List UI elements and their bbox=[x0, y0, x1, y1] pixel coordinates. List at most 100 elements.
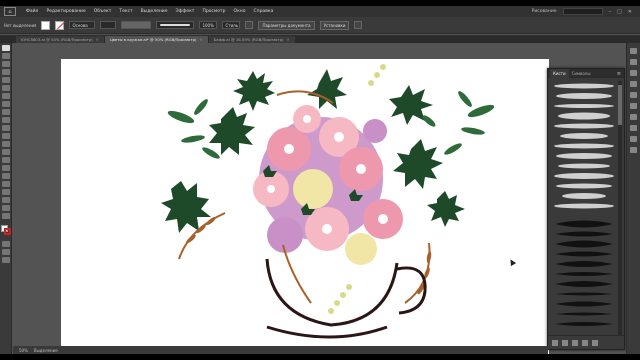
minimize-icon[interactable]: – bbox=[609, 9, 612, 15]
status-bar: 50% Выделение bbox=[13, 346, 548, 354]
menu-help[interactable]: Справка bbox=[250, 9, 278, 14]
appearance-icon[interactable] bbox=[630, 125, 637, 131]
blend-tool-icon[interactable] bbox=[1, 189, 10, 195]
artboard[interactable] bbox=[61, 59, 549, 354]
brush-options-icon[interactable] bbox=[572, 339, 578, 346]
menu-edit[interactable]: Редактирование bbox=[42, 9, 89, 14]
search-input[interactable] bbox=[562, 8, 603, 15]
preferences-button[interactable]: Установки bbox=[319, 20, 350, 30]
delete-brush-icon[interactable] bbox=[592, 339, 598, 346]
swatches-icon[interactable] bbox=[630, 81, 637, 87]
pen-tool-icon[interactable] bbox=[1, 77, 10, 83]
menu-file[interactable]: Файл bbox=[22, 9, 42, 14]
canvas[interactable] bbox=[13, 43, 549, 354]
teacup bbox=[265, 258, 427, 339]
close-icon[interactable]: ✕ bbox=[96, 37, 99, 42]
stroke-icon[interactable] bbox=[630, 92, 637, 98]
style-field[interactable]: Стиль bbox=[222, 21, 241, 29]
variable-width-field[interactable] bbox=[121, 21, 152, 29]
panel-tabs: Кисти Символы ≡ bbox=[548, 69, 624, 78]
tab-label: Цветы в кружке.ai* @ 50% (RGB/Просмотр) bbox=[109, 37, 197, 42]
flower-cluster bbox=[253, 105, 403, 265]
close-icon[interactable]: ✕ bbox=[286, 37, 289, 42]
eyedropper-icon[interactable] bbox=[1, 181, 10, 187]
gradient-icon[interactable] bbox=[630, 103, 637, 109]
scale-tool-icon[interactable] bbox=[1, 149, 10, 155]
pathfinder-icon[interactable] bbox=[630, 147, 637, 153]
panel-footer bbox=[548, 335, 624, 349]
profile-field[interactable]: Основа bbox=[69, 21, 96, 29]
tab-doc-2[interactable]: Цветы в кружке.ai* @ 50% (RGB/Просмотр) ✕ bbox=[104, 36, 208, 43]
menu-effect[interactable]: Эффект bbox=[171, 9, 198, 14]
new-brush-icon[interactable] bbox=[582, 339, 588, 346]
menu-view[interactable]: Просмотр bbox=[198, 9, 229, 14]
opacity-field[interactable]: 100% bbox=[199, 21, 218, 29]
tab-brushes[interactable]: Кисти bbox=[550, 69, 569, 78]
right-dock bbox=[626, 43, 640, 354]
fill-stroke-icon[interactable] bbox=[0, 225, 11, 235]
align-icon[interactable] bbox=[630, 136, 637, 142]
pencil-tool-icon[interactable] bbox=[1, 125, 10, 131]
workspace-switcher[interactable]: Рисование bbox=[532, 9, 557, 14]
brushes-panel: Кисти Символы ≡ bbox=[547, 68, 625, 350]
shape-builder-icon[interactable] bbox=[1, 165, 10, 171]
panel-scrollbar[interactable] bbox=[618, 81, 622, 335]
zoom-tool-icon[interactable] bbox=[1, 213, 10, 219]
tab-doc-1[interactable]: ЮНС5803.ai @ 50% (RGB/Просмотр) ✕ bbox=[16, 36, 104, 43]
rotate-tool-icon[interactable] bbox=[1, 141, 10, 147]
close-icon[interactable]: ✕ bbox=[628, 9, 632, 15]
document-tabs: ЮНС5803.ai @ 50% (RGB/Просмотр) ✕ Цветы в… bbox=[0, 35, 640, 43]
hand-tool-icon[interactable] bbox=[1, 205, 10, 211]
gradient-tool-icon[interactable] bbox=[1, 173, 10, 179]
tab-label: ЮНС5803.ai @ 50% (RGB/Просмотр) bbox=[21, 37, 93, 42]
menu-type[interactable]: Текст bbox=[115, 9, 136, 14]
brush-library-list bbox=[551, 81, 617, 335]
brush-swatches bbox=[554, 83, 614, 326]
home-icon[interactable]: ⌂ bbox=[4, 7, 16, 16]
width-tool-icon[interactable] bbox=[1, 157, 10, 163]
brush-library-menu-icon[interactable] bbox=[552, 339, 558, 346]
align-icon[interactable] bbox=[245, 21, 254, 29]
panel-menu-icon[interactable]: ≡ bbox=[617, 71, 624, 77]
tab-symbols[interactable]: Символы bbox=[569, 69, 594, 78]
tab-doc-3[interactable]: Бафф.ai @ 16.59% (RGB/Просмотр) ✕ bbox=[208, 36, 295, 43]
eraser-tool-icon[interactable] bbox=[1, 133, 10, 139]
selection-tool-icon[interactable] bbox=[1, 45, 10, 51]
lasso-icon[interactable] bbox=[1, 69, 10, 75]
current-tool-label: Выделение bbox=[33, 347, 58, 353]
layers-icon[interactable] bbox=[630, 59, 637, 65]
arrange-icon[interactable] bbox=[354, 21, 363, 29]
stroke-weight-field[interactable] bbox=[100, 21, 117, 29]
flower-illustration bbox=[161, 64, 495, 339]
rectangle-tool-icon[interactable] bbox=[1, 109, 10, 115]
direct-selection-tool-icon[interactable] bbox=[1, 53, 10, 59]
transparency-icon[interactable] bbox=[630, 114, 637, 120]
control-panel: Нет выделения Основа 100% Стиль Параметр… bbox=[0, 17, 640, 34]
line-tool-icon[interactable] bbox=[1, 101, 10, 107]
menu-select[interactable]: Выделение bbox=[137, 9, 172, 14]
close-icon[interactable]: ✕ bbox=[199, 37, 202, 42]
screen-mode-icon[interactable] bbox=[1, 249, 10, 255]
brush-definition-preview[interactable] bbox=[156, 21, 195, 29]
remove-brush-stroke-icon[interactable] bbox=[562, 339, 568, 346]
paintbrush-tool-icon[interactable] bbox=[1, 117, 10, 123]
menu-bar: ⌂ Файл Редактирование Объект Текст Выдел… bbox=[0, 6, 640, 17]
document-setup-button[interactable]: Параметры документа bbox=[258, 20, 315, 30]
edit-toolbar-icon[interactable] bbox=[1, 257, 10, 263]
properties-icon[interactable] bbox=[630, 48, 637, 54]
app-window: ⌂ Файл Редактирование Объект Текст Выдел… bbox=[0, 6, 640, 354]
drawing-modes-icon[interactable] bbox=[1, 241, 10, 247]
brushes-icon[interactable] bbox=[630, 70, 637, 76]
magic-wand-icon[interactable] bbox=[1, 61, 10, 67]
fill-swatch[interactable] bbox=[41, 20, 51, 30]
zoom-level[interactable]: 50% bbox=[19, 348, 28, 353]
artboard-tool-icon[interactable] bbox=[1, 197, 10, 203]
menu-window[interactable]: Окно bbox=[230, 9, 250, 14]
scrollbar-thumb[interactable] bbox=[618, 85, 622, 125]
type-tool-icon[interactable] bbox=[1, 93, 10, 99]
menu-object[interactable]: Объект bbox=[90, 9, 116, 14]
stroke-swatch[interactable] bbox=[55, 20, 65, 30]
curvature-tool-icon[interactable] bbox=[1, 85, 10, 91]
maximize-icon[interactable]: □ bbox=[617, 9, 622, 15]
tab-label: Бафф.ai @ 16.59% (RGB/Просмотр) bbox=[213, 37, 284, 42]
